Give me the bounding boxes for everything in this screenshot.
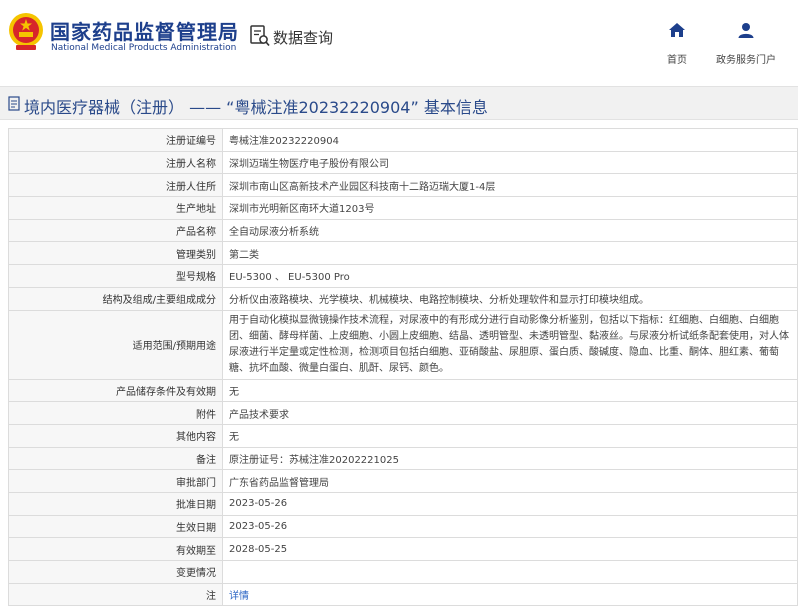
table-row: 管理类别 第二类 (8, 241, 798, 266)
table-row: 生产地址 深圳市光明新区南环大道1203号 (8, 196, 798, 220)
field-value: 分析仪由液路模块、光学模块、机械模块、电路控制模块、分析处理软件和显示打印模块组… (222, 286, 798, 311)
document-icon (8, 96, 20, 111)
field-label: 注册人名称 (8, 150, 223, 175)
field-value (222, 560, 798, 584)
field-value: 粤械注准20232220904 (222, 128, 798, 152)
field-label: 附件 (8, 401, 223, 425)
table-row: 变更情况 (8, 560, 798, 584)
user-icon (738, 23, 754, 38)
field-value: 用于自动化模拟显微镜操作技术流程，对尿液中的有形成分进行自动影像分析鉴别，包括以… (222, 309, 798, 380)
agency-name-cn: 国家药品监督管理局 (50, 20, 239, 44)
agency-name-en: National Medical Products Administration (51, 43, 237, 53)
table-row: 型号规格 EU-5300 、 EU-5300 Pro (8, 264, 798, 288)
page-title: 境内医疗器械（注册） —— “粤械注准20232220904” 基本信息 (24, 98, 488, 117)
site-header: 国家药品监督管理局 National Medical Products Admi… (0, 0, 798, 78)
field-value: 深圳市南山区高新技术产业园区科技南十二路迈瑞大厦1-4层 (222, 173, 798, 198)
data-query-icon (250, 25, 270, 47)
field-label: 型号规格 (8, 264, 223, 288)
field-value: 2023-05-26 (222, 491, 798, 516)
field-label: 有效期至 (8, 537, 223, 561)
field-value: 2023-05-26 (222, 514, 798, 539)
field-label: 适用范围/预期用途 (8, 309, 223, 380)
nav-service-portal[interactable]: 政务服务门户 (710, 22, 782, 67)
field-label: 产品储存条件及有效期 (8, 378, 223, 403)
table-row: 批准日期 2023-05-26 (8, 491, 798, 516)
field-label: 注 (8, 582, 223, 607)
table-row: 审批部门 广东省药品监督管理局 (8, 469, 798, 493)
data-query-label: 数据查询 (273, 29, 334, 47)
field-value: 2028-05-25 (222, 537, 798, 561)
table-row: 产品储存条件及有效期 无 (8, 378, 798, 403)
national-emblem-icon (9, 13, 43, 50)
nav-service-portal-label: 政务服务门户 (716, 55, 776, 66)
field-label: 产品名称 (8, 218, 223, 243)
table-row: 注册人住所 深圳市南山区高新技术产业园区科技南十二路迈瑞大厦1-4层 (8, 173, 798, 198)
field-value: 第二类 (222, 241, 798, 266)
nav-home-label: 首页 (667, 55, 687, 66)
table-row: 备注 原注册证号：苏械注准20202221025 (8, 446, 798, 471)
nav-home[interactable]: 首页 (660, 22, 694, 67)
field-value: 无 (222, 423, 798, 448)
table-row: 适用范围/预期用途 用于自动化模拟显微镜操作技术流程，对尿液中的有形成分进行自动… (8, 309, 798, 380)
table-row: 注 详情 (8, 582, 798, 607)
table-row: 生效日期 2023-05-26 (8, 514, 798, 539)
field-value: 详情 (222, 582, 798, 607)
field-label: 其他内容 (8, 423, 223, 448)
page-title-bar: 境内医疗器械（注册） —— “粤械注准20232220904” 基本信息 (0, 86, 798, 120)
details-link[interactable]: 详情 (229, 591, 249, 602)
field-label: 备注 (8, 446, 223, 471)
field-label: 批准日期 (8, 491, 223, 516)
table-row: 附件 产品技术要求 (8, 401, 798, 425)
field-label: 结构及组成/主要组成成分 (8, 286, 223, 311)
field-label: 管理类别 (8, 241, 223, 266)
registration-detail-table: 注册证编号 粤械注准20232220904 注册人名称 深圳迈瑞生物医疗电子股份… (8, 128, 798, 607)
field-value: 全自动尿液分析系统 (222, 218, 798, 243)
field-value: 原注册证号：苏械注准20202221025 (222, 446, 798, 471)
field-value: 无 (222, 378, 798, 403)
field-label: 审批部门 (8, 469, 223, 493)
table-row: 注册人名称 深圳迈瑞生物医疗电子股份有限公司 (8, 150, 798, 175)
table-row: 有效期至 2028-05-25 (8, 537, 798, 561)
field-value: EU-5300 、 EU-5300 Pro (222, 264, 798, 288)
table-row: 结构及组成/主要组成成分 分析仪由液路模块、光学模块、机械模块、电路控制模块、分… (8, 286, 798, 311)
field-value: 深圳迈瑞生物医疗电子股份有限公司 (222, 150, 798, 175)
field-value: 深圳市光明新区南环大道1203号 (222, 196, 798, 220)
home-icon (669, 23, 685, 37)
field-label: 注册人住所 (8, 173, 223, 198)
field-value: 产品技术要求 (222, 401, 798, 425)
field-label: 变更情况 (8, 560, 223, 584)
table-row: 产品名称 全自动尿液分析系统 (8, 218, 798, 243)
table-row: 注册证编号 粤械注准20232220904 (8, 128, 798, 152)
table-row: 其他内容 无 (8, 423, 798, 448)
field-label: 生效日期 (8, 514, 223, 539)
field-label: 注册证编号 (8, 128, 223, 152)
field-label: 生产地址 (8, 196, 223, 220)
field-value: 广东省药品监督管理局 (222, 469, 798, 493)
